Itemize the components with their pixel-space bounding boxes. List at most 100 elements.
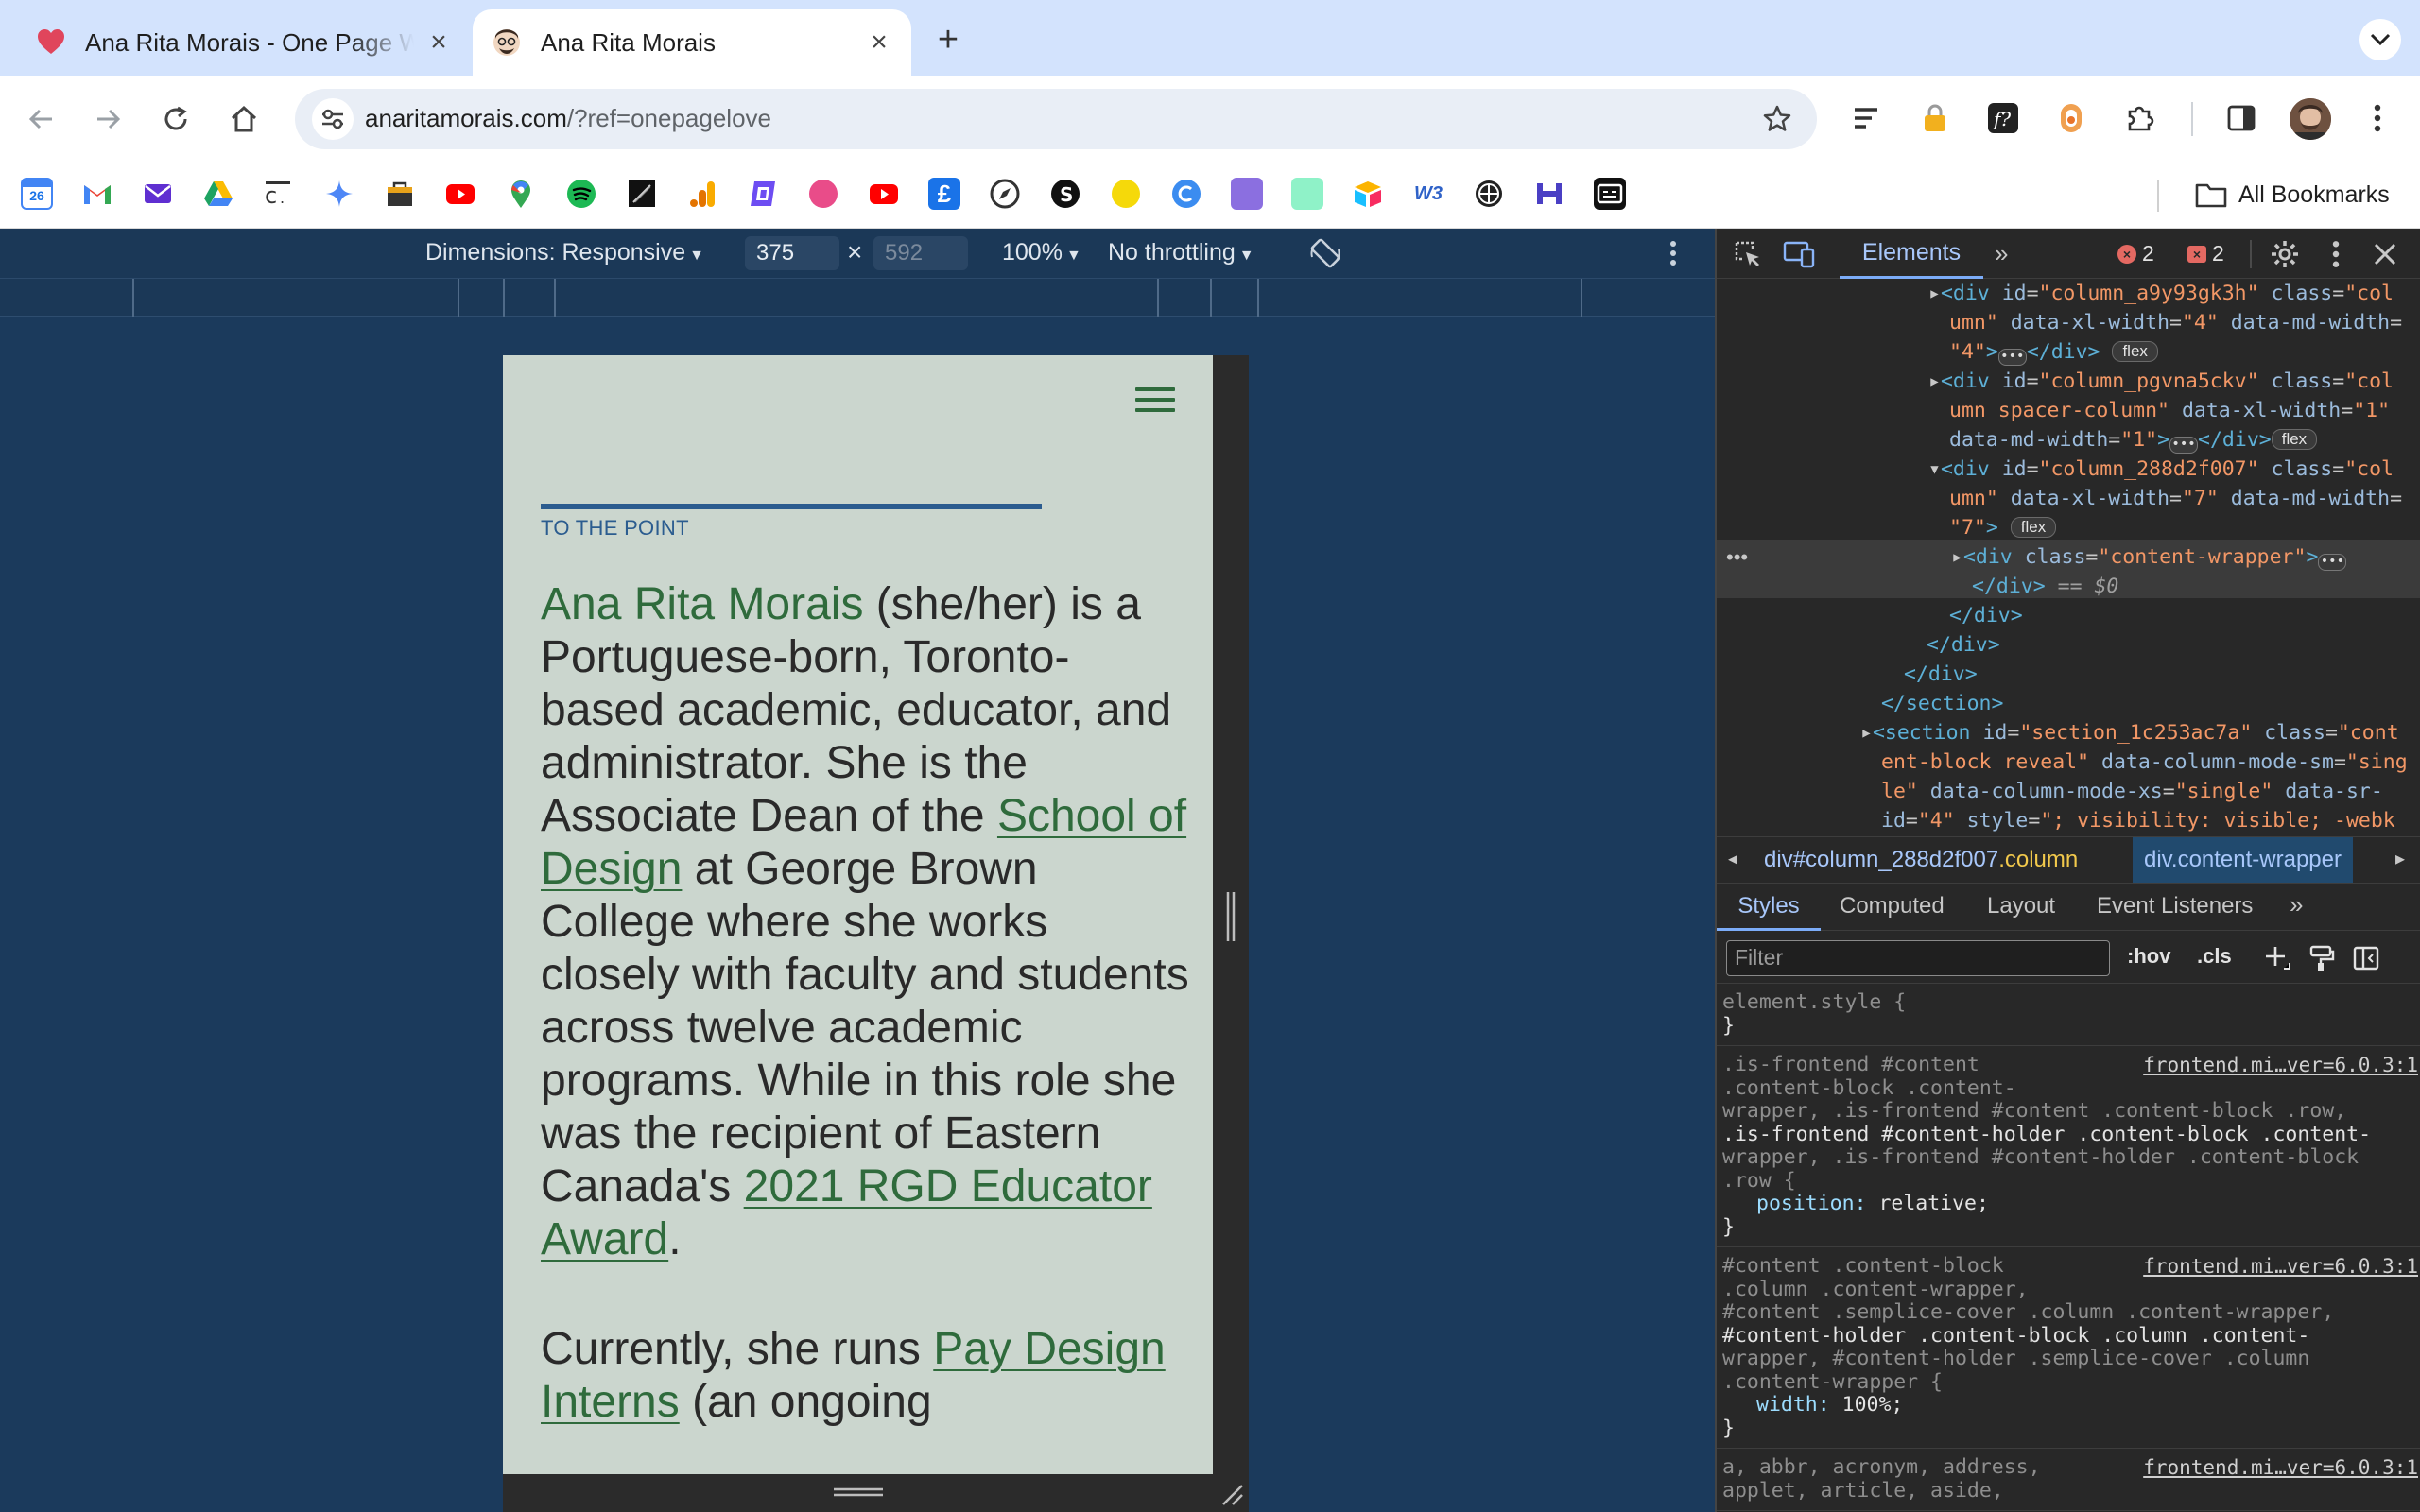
zoom-dropdown[interactable]: 100% ▼ (1002, 239, 1081, 266)
purple-square-bookmark-icon[interactable] (1231, 178, 1263, 210)
airtable-bookmark-icon[interactable] (1352, 178, 1384, 210)
dribbble-bookmark-icon[interactable] (807, 178, 839, 210)
dom-node-line[interactable]: id="4" style="; visibility: visible; -we… (1717, 806, 2420, 835)
youtube-bookmark-icon[interactable] (444, 178, 476, 210)
chrome-menu-icon[interactable] (2356, 96, 2399, 140)
tab-layout[interactable]: Layout (1987, 893, 2055, 919)
site-info-icon[interactable] (312, 98, 354, 140)
yellow-circle-bookmark-icon[interactable] (1110, 178, 1142, 210)
shopping-bookmark-icon[interactable] (384, 178, 416, 210)
youtube-bookmark-icon[interactable] (868, 178, 900, 210)
rule-source-link[interactable]: frontend.mi…ver=6.0.3:1 (2143, 1054, 2418, 1077)
dom-node-line-selected[interactable]: </div> == $0 (1717, 572, 2420, 601)
breadcrumb-item-selected[interactable]: div.content-wrapper (2133, 837, 2353, 883)
close-tab-icon[interactable]: × (425, 26, 452, 58)
fonts-extension-icon[interactable]: f? (1981, 96, 2025, 140)
dom-node-line[interactable]: umn" data-xl-width="7" data-md-width= (1717, 484, 2420, 513)
new-tab-icon[interactable]: + (929, 20, 967, 60)
analytics-bookmark-icon[interactable] (686, 178, 718, 210)
globe-bookmark-icon[interactable] (1473, 178, 1505, 210)
all-bookmarks-button[interactable]: All Bookmarks (2195, 176, 2390, 214)
dimensions-dropdown[interactable]: Dimensions: Responsive ▼ (425, 239, 704, 266)
dom-node-line[interactable]: "4"> ••• </div> flex (1717, 337, 2420, 367)
drive-bookmark-icon[interactable] (202, 178, 234, 210)
extensions-puzzle-icon[interactable] (2118, 96, 2161, 140)
style-rule[interactable]: frontend.mi…ver=6.0.3:1 a, abbr, acronym… (1717, 1449, 2420, 1511)
flex-badge[interactable]: flex (2010, 517, 2057, 538)
maps-bookmark-icon[interactable] (505, 178, 537, 210)
dom-node-line[interactable]: umn spacer-column" data-xl-width="1" (1717, 396, 2420, 425)
more-subtabs-icon[interactable]: » (2290, 890, 2303, 919)
dom-node-line[interactable]: data-md-width="1"> ••• </div> flex (1717, 425, 2420, 455)
style-rule[interactable]: frontend.mi…ver=6.0.3:1 #content .conten… (1717, 1247, 2420, 1449)
viewport-height-input[interactable]: 592 (873, 236, 968, 270)
resize-handle-right-icon[interactable] (1224, 890, 1237, 943)
calendar-bookmark-icon[interactable]: 26 (21, 178, 53, 210)
reading-list-icon[interactable] (1845, 96, 1889, 140)
webflow-bookmark-icon[interactable] (1533, 178, 1565, 210)
rule-source-link[interactable]: frontend.mi…ver=6.0.3:1 (2143, 1456, 2418, 1480)
rule-source-link[interactable]: frontend.mi…ver=6.0.3:1 (2143, 1255, 2418, 1279)
tab-event-listeners[interactable]: Event Listeners (2097, 893, 2253, 919)
flex-badge[interactable]: flex (2112, 341, 2158, 362)
inspect-element-icon[interactable] (1734, 240, 1762, 268)
url-text[interactable]: anaritamorais.com/?ref=onepagelove (365, 104, 771, 133)
close-devtools-icon[interactable] (2373, 242, 2397, 266)
pound-bookmark-icon[interactable]: £ (928, 178, 960, 210)
captions-bookmark-icon[interactable] (1594, 178, 1626, 210)
mail-bookmark-icon[interactable] (142, 178, 174, 210)
copyright-bookmark-icon[interactable] (1170, 178, 1202, 210)
gmail-bookmark-icon[interactable] (81, 178, 113, 210)
rule-declaration[interactable]: position: relative; (1722, 1192, 2416, 1216)
flex-badge[interactable]: flex (2271, 429, 2318, 450)
styles-filter-input[interactable]: Filter (1726, 940, 2110, 976)
squarespace-bookmark-icon[interactable]: S (1049, 178, 1081, 210)
dom-node-line[interactable]: </div> (1717, 660, 2420, 689)
tab-elements[interactable]: Elements (1840, 229, 1983, 279)
style-rule[interactable]: element.style { } (1717, 984, 2420, 1046)
forward-icon[interactable] (87, 98, 129, 140)
tab-search-chevron-icon[interactable] (2360, 19, 2401, 60)
classroom-bookmark-icon[interactable]: c. (263, 178, 295, 210)
dom-node-line[interactable]: ▾<div id="column_288d2f007" class="col (1717, 455, 2420, 484)
lock-extension-icon[interactable] (1913, 96, 1957, 140)
device-toggle-icon[interactable] (1783, 240, 1815, 268)
bookmark-star-icon[interactable] (1758, 100, 1796, 138)
rule-declaration[interactable]: width: 100%; (1722, 1393, 2416, 1418)
cls-toggle[interactable]: .cls (2197, 944, 2232, 969)
resize-corner-icon[interactable] (1219, 1482, 1244, 1506)
film-bookmark-icon[interactable] (626, 178, 658, 210)
close-tab-icon[interactable]: × (866, 26, 892, 58)
breadcrumb-item[interactable]: div#column_288d2f007.column (1764, 847, 2078, 873)
dom-node-line[interactable]: ▸<div id="column_pgvna5ckv" class="col (1717, 367, 2420, 396)
home-icon[interactable] (223, 98, 265, 140)
viewport-width-input[interactable]: 375 (745, 236, 839, 270)
w3schools-bookmark-icon[interactable]: W3 (1412, 178, 1444, 210)
tab-ana-rita-morais[interactable]: Ana Rita Morais × (473, 9, 911, 76)
breadcrumb-right-arrow-icon[interactable]: ▸ (2395, 847, 2405, 870)
issues-badge[interactable]: × 2 (2187, 241, 2224, 266)
back-icon[interactable] (21, 98, 62, 140)
errors-badge[interactable]: × 2 (2118, 241, 2154, 266)
dom-node-line[interactable]: </div> (1717, 630, 2420, 660)
new-rule-icon[interactable] (2263, 944, 2291, 972)
mint-square-bookmark-icon[interactable] (1291, 178, 1323, 210)
devtools-menu-icon[interactable] (2331, 240, 2341, 268)
rotate-icon[interactable] (1308, 236, 1342, 270)
profile-avatar[interactable] (2290, 98, 2331, 140)
toggle-sidebar-icon[interactable] (2352, 944, 2380, 972)
device-toolbar-menu-icon[interactable] (1669, 240, 1679, 268)
dom-tree[interactable]: ▸<div id="column_a9y93gk3h" class="col u… (1717, 279, 2420, 836)
tab-computed[interactable]: Computed (1840, 893, 1945, 919)
tab-one-page-love[interactable]: Ana Rita Morais - One Page Website × (17, 9, 471, 76)
dom-node-line[interactable]: umn" data-xl-width="4" data-md-width= (1717, 308, 2420, 337)
resize-handle-bottom-icon[interactable] (832, 1486, 885, 1499)
address-bar[interactable]: anaritamorais.com/?ref=onepagelove (295, 89, 1817, 149)
compass-bookmark-icon[interactable] (989, 178, 1021, 210)
color-extension-icon[interactable] (2049, 96, 2093, 140)
tab-styles[interactable]: Styles (1717, 884, 1821, 931)
dom-node-line[interactable]: ▸<section id="section_1c253ac7a" class="… (1717, 718, 2420, 747)
paint-roller-icon[interactable] (2308, 944, 2335, 972)
hamburger-menu-icon[interactable] (1135, 387, 1175, 418)
reload-icon[interactable] (155, 98, 197, 140)
